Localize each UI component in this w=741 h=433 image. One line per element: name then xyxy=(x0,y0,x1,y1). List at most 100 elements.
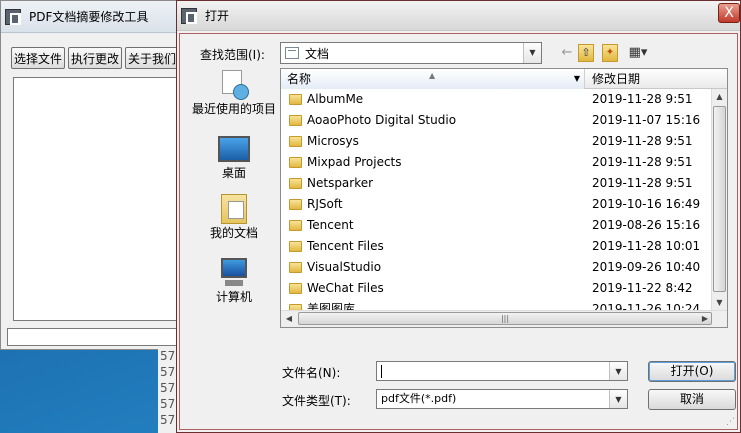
horizontal-scrollbar[interactable]: ◀ ||| ▶ xyxy=(281,310,727,327)
file-date: 2019-11-28 9:51 xyxy=(592,134,693,148)
close-icon: X xyxy=(724,5,734,21)
look-in-value: 文档 xyxy=(305,46,330,61)
scroll-thumb[interactable] xyxy=(713,106,726,292)
view-menu-icon[interactable]: ▦▾ xyxy=(624,44,652,62)
open-file-dialog: 打开 X 查找范围(I): 文档 ▼ ← ⇧ ✦ ▦▾ 最近使用的项目 桌面 我… xyxy=(176,0,741,433)
folder-icon xyxy=(289,262,302,273)
place-label: 最近使用的项目 xyxy=(191,102,276,116)
dialog-body: 查找范围(I): 文档 ▼ ← ⇧ ✦ ▦▾ 最近使用的项目 桌面 我的文档 计… xyxy=(179,33,738,430)
file-date: 2019-11-28 9:51 xyxy=(592,155,693,169)
list-item[interactable]: Tencent Files 2019-11-28 10:01 xyxy=(281,236,721,257)
filetype-label: 文件类型(T): xyxy=(282,394,351,408)
list-item[interactable]: Microsys 2019-11-28 9:51 xyxy=(281,131,721,152)
file-rows: AlbumMe 2019-11-28 9:51 AoaoPhoto Digital… xyxy=(281,89,721,320)
app-icon xyxy=(5,8,21,25)
file-name: Tencent Files xyxy=(307,239,384,253)
file-list[interactable]: ▲ 名称 ▼ 修改日期 AlbumMe 2019-11-28 9:51 AoaoP… xyxy=(280,68,728,328)
list-item[interactable]: RJSoft 2019-10-16 16:49 xyxy=(281,194,721,215)
list-item[interactable]: AoaoPhoto Digital Studio 2019-11-07 15:16 xyxy=(281,110,721,131)
folder-icon xyxy=(289,283,302,294)
places-bar: 最近使用的项目 桌面 我的文档 计算机 xyxy=(188,68,280,328)
background-app-status-input[interactable] xyxy=(7,328,179,346)
filetype-value: pdf文件(*.pdf) xyxy=(381,392,457,405)
file-date: 2019-11-22 8:42 xyxy=(592,281,693,295)
scroll-left-icon[interactable]: ◀ xyxy=(281,311,297,327)
background-app-window: PDF文档摘要修改工具 选择文件 执行更改 关于我们 xyxy=(0,0,180,350)
new-folder-icon[interactable]: ✦ xyxy=(602,44,618,62)
list-item[interactable]: VisualStudio 2019-09-26 10:40 xyxy=(281,257,721,278)
up-folder-icon[interactable]: ⇧ xyxy=(578,44,594,62)
file-name: VisualStudio xyxy=(307,260,382,274)
place-recent-items[interactable]: 最近使用的项目 xyxy=(188,70,280,116)
file-date: 2019-10-16 16:49 xyxy=(592,197,701,211)
chevron-down-icon[interactable]: ▼ xyxy=(574,69,580,89)
folder-icon xyxy=(289,178,302,189)
file-name: Tencent xyxy=(307,218,354,232)
sort-ascending-icon: ▲ xyxy=(429,71,436,80)
place-computer[interactable]: 计算机 xyxy=(188,258,280,304)
file-name: WeChat Files xyxy=(307,281,384,295)
text-caret xyxy=(381,365,382,378)
file-date: 2019-09-26 10:40 xyxy=(592,260,701,274)
file-name: Mixpad Projects xyxy=(307,155,402,169)
resize-grip-icon[interactable]: ⋰ xyxy=(726,417,735,427)
computer-icon xyxy=(217,258,251,288)
column-header-name[interactable]: ▲ 名称 ▼ xyxy=(281,69,585,89)
place-my-documents[interactable]: 我的文档 xyxy=(188,194,280,240)
back-arrow-icon[interactable]: ← xyxy=(560,44,574,62)
list-item[interactable]: Mixpad Projects 2019-11-28 9:51 xyxy=(281,152,721,173)
list-header: ▲ 名称 ▼ 修改日期 xyxy=(281,69,727,89)
filename-label: 文件名(N): xyxy=(282,366,341,380)
scroll-thumb[interactable]: ||| xyxy=(298,312,712,325)
background-app-title: PDF文档摘要修改工具 xyxy=(29,10,149,24)
folder-icon xyxy=(289,241,302,252)
file-date: 2019-11-28 10:01 xyxy=(592,239,701,253)
scroll-up-icon[interactable]: ▲ xyxy=(712,89,727,105)
cancel-button[interactable]: 取消 xyxy=(648,389,736,410)
column-header-date[interactable]: 修改日期 xyxy=(586,69,726,89)
look-in-label: 查找范围(I): xyxy=(200,48,265,62)
list-item[interactable]: WeChat Files 2019-11-22 8:42 xyxy=(281,278,721,299)
chevron-down-icon[interactable]: ▼ xyxy=(609,362,627,380)
filename-input[interactable]: ▼ xyxy=(376,361,628,381)
file-date: 2019-11-28 9:51 xyxy=(592,92,693,106)
open-button[interactable]: 打开(O) xyxy=(648,361,736,382)
file-date: 2019-08-26 15:16 xyxy=(592,218,701,232)
apply-changes-button[interactable]: 执行更改 xyxy=(68,47,123,69)
chevron-down-icon[interactable]: ▼ xyxy=(523,43,541,63)
folder-icon xyxy=(289,115,302,126)
folder-icon xyxy=(289,157,302,168)
vertical-scrollbar[interactable]: ▲ ▼ xyxy=(711,89,727,311)
background-app-titlebar: PDF文档摘要修改工具 xyxy=(1,1,177,33)
documents-folder-icon xyxy=(285,47,299,59)
background-app-text-area[interactable] xyxy=(13,77,179,321)
folder-icon xyxy=(289,94,302,105)
app-icon xyxy=(181,7,197,24)
list-item[interactable]: Tencent 2019-08-26 15:16 xyxy=(281,215,721,236)
place-desktop[interactable]: 桌面 xyxy=(188,136,280,180)
file-date: 2019-11-28 9:51 xyxy=(592,176,693,190)
look-in-dropdown[interactable]: 文档 ▼ xyxy=(280,42,542,64)
folder-icon xyxy=(289,220,302,231)
list-item[interactable]: Netsparker 2019-11-28 9:51 xyxy=(281,173,721,194)
dialog-title: 打开 xyxy=(205,9,230,23)
folder-icon xyxy=(289,136,302,147)
desktop-icon xyxy=(218,136,250,162)
close-button[interactable]: X xyxy=(718,3,740,23)
about-us-button[interactable]: 关于我们 xyxy=(125,47,180,69)
dialog-titlebar[interactable]: 打开 xyxy=(177,1,740,31)
place-label: 桌面 xyxy=(221,166,246,180)
select-file-button[interactable]: 选择文件 xyxy=(11,47,66,69)
list-item[interactable]: AlbumMe 2019-11-28 9:51 xyxy=(281,89,721,110)
column-name-label: 名称 xyxy=(287,72,312,86)
place-label: 我的文档 xyxy=(209,226,258,240)
scroll-right-icon[interactable]: ▶ xyxy=(697,311,713,327)
place-label: 计算机 xyxy=(215,290,252,304)
file-name: Microsys xyxy=(307,134,359,148)
file-name: AlbumMe xyxy=(307,92,364,106)
column-date-label: 修改日期 xyxy=(592,72,641,86)
filetype-dropdown[interactable]: pdf文件(*.pdf) ▼ xyxy=(376,389,628,409)
background-app-toolbar: 选择文件 执行更改 关于我们 xyxy=(11,47,180,69)
chevron-down-icon[interactable]: ▼ xyxy=(609,390,627,408)
scroll-down-icon[interactable]: ▼ xyxy=(712,295,727,311)
